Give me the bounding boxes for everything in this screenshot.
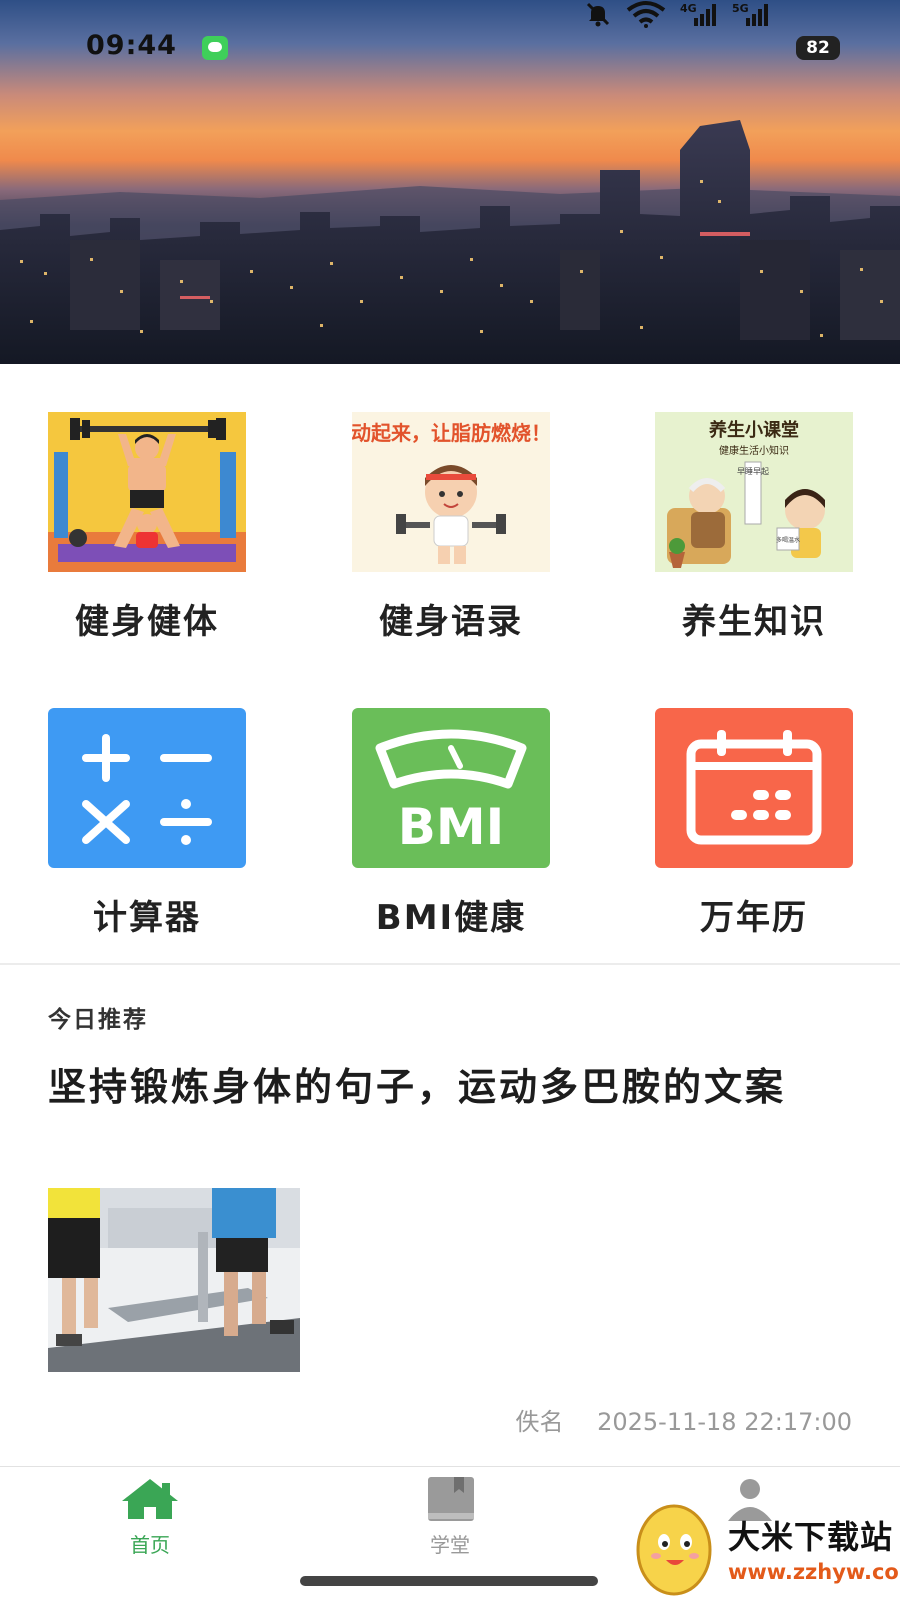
status-bar: 09:44 4G 5G 82 [0,0,900,96]
tab-home[interactable]: 首页 [90,1477,210,1558]
grid-item-health-knowledge[interactable]: 养生小课堂 健康生活小知识 早睡早起 多喝温水 养生知识 [655,412,853,643]
grid-item-label: 万年历 [700,898,808,938]
rice-mascot-logo [636,1504,712,1596]
wifi-icon [626,1,666,28]
fitness-illustration [48,412,246,572]
watermark-url: www.zzhyw.com [728,1560,900,1584]
tab-label: 首页 [130,1533,170,1557]
article-author: 佚名 [515,1408,564,1436]
svg-text:BMI: BMI [398,798,504,856]
calendar-icon [655,708,853,868]
home-indicator [300,1576,598,1586]
message-notification-icon [202,36,228,60]
status-time: 09:44 [86,30,177,61]
grid-item-label: 计算器 [93,898,201,938]
feature-grid: 健身健体 动起来，让脂肪燃烧！ 健身语录 养生小课堂 健康生活小知识 早睡早起 … [0,364,900,964]
signal-4g-icon: 4G [680,2,716,26]
svg-text:5G: 5G [732,2,749,15]
grid-item-calendar[interactable]: 万年历 [655,708,853,939]
fitness-quotes-illustration: 动起来，让脂肪燃烧！ [352,412,550,572]
svg-text:4G: 4G [680,2,697,15]
article-meta: 佚名 2025-11-18 22:17:00 [515,1402,852,1437]
calculator-icon [48,708,246,868]
section-divider [0,963,900,965]
home-icon [122,1479,178,1519]
treadmill-photo [48,1188,300,1372]
svg-text:早睡早起: 早睡早起 [737,467,769,476]
article-thumbnail[interactable] [48,1188,300,1372]
grid-item-label: 健身语录 [379,602,523,642]
grid-item-label: 健身健体 [75,602,219,642]
health-knowledge-illustration: 养生小课堂 健康生活小知识 早睡早起 多喝温水 [655,412,853,572]
svg-text:多喝温水: 多喝温水 [776,536,800,544]
grid-item-fitness[interactable]: 健身健体 [48,412,246,643]
book-icon [428,1477,474,1521]
hero-banner[interactable]: 09:44 4G 5G 82 [0,0,900,364]
bmi-scale-icon: BMI [352,708,550,868]
grid-item-label: 养生知识 [682,602,826,642]
article-title[interactable]: 坚持锻炼身体的句子，运动多巴胺的文案 [48,1064,858,1110]
svg-text:动起来，让脂肪燃烧！: 动起来，让脂肪燃烧！ [352,421,550,445]
signal-5g-icon: 5G [732,2,768,26]
section-heading: 今日推荐 [48,1007,148,1033]
grid-item-label: BMI健康 [375,898,527,938]
svg-text:健康生活小知识: 健康生活小知识 [719,444,789,457]
battery-indicator: 82 [796,36,840,60]
grid-item-fitness-quotes[interactable]: 动起来，让脂肪燃烧！ 健身语录 [352,412,550,643]
tab-school[interactable]: 学堂 [390,1477,510,1558]
article-datetime: 2025-11-18 22:17:00 [597,1408,852,1436]
watermark-brand: 大米下载站 [728,1518,894,1556]
mute-bell-icon [586,2,610,27]
watermark: 大米下载站 www.zzhyw.com [628,1494,900,1600]
grid-item-bmi[interactable]: BMI BMI健康 [352,708,550,939]
grid-item-calculator[interactable]: 计算器 [48,708,246,939]
svg-text:养生小课堂: 养生小课堂 [708,419,799,441]
tab-label: 学堂 [430,1533,470,1557]
